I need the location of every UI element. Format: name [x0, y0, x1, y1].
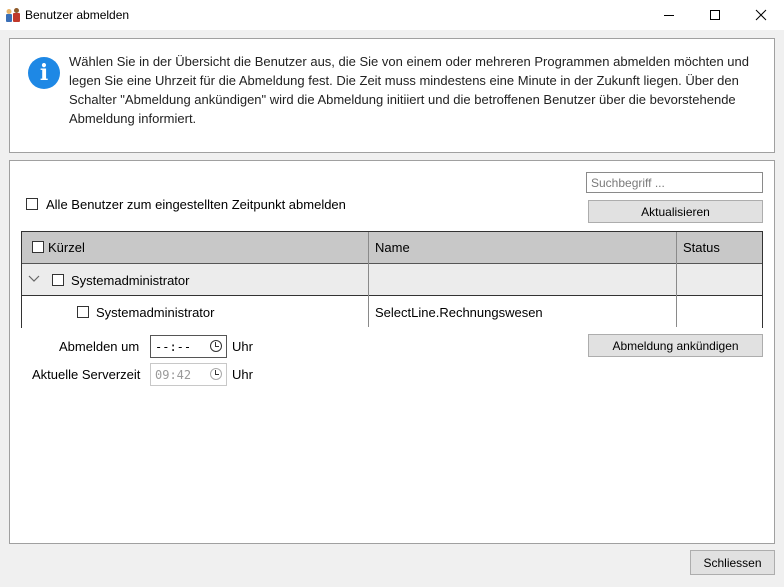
select-all-checkbox[interactable] [32, 241, 44, 253]
column-divider [676, 232, 677, 327]
info-icon: i [28, 57, 60, 89]
logout-time-value: --:-- [155, 339, 192, 354]
column-header-kuerzel[interactable]: Kürzel [48, 240, 85, 255]
column-header-name[interactable]: Name [375, 240, 410, 255]
column-divider [368, 232, 369, 327]
chevron-down-icon[interactable] [28, 275, 40, 283]
close-icon [755, 9, 767, 21]
user-grid: Kürzel Name Status Systemadministrator S… [21, 231, 763, 328]
row-kuerzel: Systemadministrator [96, 305, 215, 320]
maximize-button[interactable] [692, 0, 738, 30]
table-row[interactable]: Systemadministrator SelectLine.Rechnungs… [22, 296, 762, 328]
server-time-field: 09:42 [150, 363, 227, 386]
window-title: Benutzer abmelden [25, 8, 130, 22]
announce-logout-button[interactable]: Abmeldung ankündigen [588, 334, 763, 357]
clock-icon[interactable] [210, 340, 222, 352]
server-time-unit: Uhr [232, 367, 253, 382]
group-checkbox[interactable] [52, 274, 64, 286]
group-label: Systemadministrator [71, 273, 190, 288]
logout-time-unit: Uhr [232, 339, 253, 354]
info-panel: i Wählen Sie in der Übersicht die Benutz… [9, 38, 775, 153]
info-text: Wählen Sie in der Übersicht die Benutzer… [69, 54, 749, 126]
close-button[interactable] [738, 0, 784, 30]
all-users-checkbox[interactable] [26, 198, 38, 210]
maximize-icon [710, 10, 720, 20]
column-header-status[interactable]: Status [683, 240, 720, 255]
group-row[interactable]: Systemadministrator [22, 264, 762, 296]
row-checkbox[interactable] [77, 306, 89, 318]
logout-time-input[interactable]: --:-- [150, 335, 227, 358]
minimize-icon [664, 15, 674, 16]
minimize-button[interactable] [646, 0, 692, 30]
logout-time-label: Abmelden um [59, 339, 140, 354]
server-time-value: 09:42 [155, 367, 192, 382]
row-name: SelectLine.Rechnungswesen [375, 305, 543, 320]
server-time-label: Aktuelle Serverzeit [32, 367, 141, 382]
title-bar: Benutzer abmelden [0, 0, 784, 30]
app-icon [5, 7, 21, 23]
close-dialog-button[interactable]: Schliessen [690, 550, 775, 575]
grid-header: Kürzel Name Status [22, 232, 762, 264]
clock-icon [210, 368, 222, 380]
all-users-label: Alle Benutzer zum eingestellten Zeitpunk… [46, 197, 346, 212]
search-input[interactable] [586, 172, 763, 193]
refresh-button[interactable]: Aktualisieren [588, 200, 763, 223]
